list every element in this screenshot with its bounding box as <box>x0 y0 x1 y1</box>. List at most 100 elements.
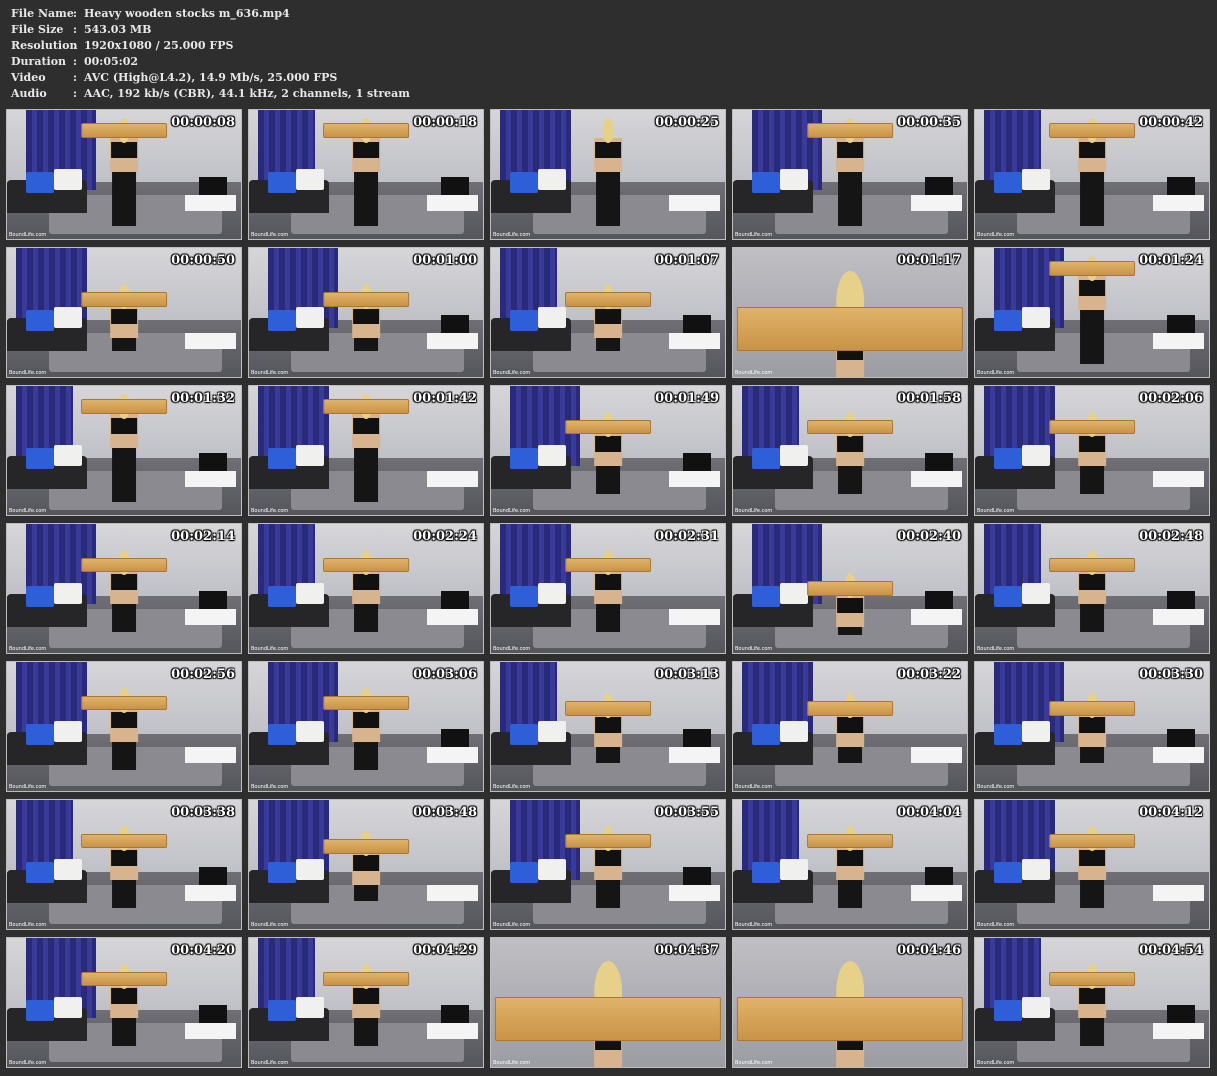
model-figure <box>77 386 171 515</box>
model-legs <box>111 603 137 633</box>
thumbnail[interactable]: 00:02:48 BoundLife.com <box>974 523 1210 654</box>
thumbnail[interactable]: 00:01:07 BoundLife.com <box>490 247 726 378</box>
scene-cabinet <box>1152 195 1205 211</box>
info-label: File Name <box>11 7 74 20</box>
thumbnail[interactable]: 00:02:06 BoundLife.com <box>974 385 1210 516</box>
thumbnail[interactable]: 00:01:17 BoundLife.com <box>732 247 968 378</box>
info-row: Video: AVC (High@L4.2), 14.9 Mb/s, 25.000… <box>11 70 410 86</box>
thumbnail[interactable]: 00:00:42 BoundLife.com <box>974 109 1210 240</box>
thumbnail[interactable]: 00:01:00 BoundLife.com <box>248 247 484 378</box>
model-figure <box>803 800 897 929</box>
thumbnail[interactable]: 00:03:06 BoundLife.com <box>248 661 484 792</box>
model-lingerie <box>352 855 380 871</box>
scene-tv <box>440 315 469 334</box>
model-legs <box>111 879 137 909</box>
thumbnail[interactable]: 00:02:56 BoundLife.com <box>6 661 242 792</box>
thumbnail-timestamp: 00:03:06 <box>413 667 477 682</box>
thumbnail-timestamp: 00:03:55 <box>655 805 719 820</box>
model-lingerie <box>352 142 380 158</box>
thumbnail[interactable]: 00:03:48 BoundLife.com <box>248 799 484 930</box>
model-figure <box>736 938 964 1067</box>
thumbnail[interactable]: 00:04:37 BoundLife.com <box>490 937 726 1068</box>
info-separator: : <box>73 71 78 84</box>
model-lingerie <box>110 574 138 590</box>
model-lingerie <box>352 574 380 590</box>
thumbnail[interactable]: 00:00:35 BoundLife.com <box>732 109 968 240</box>
scene-pillow <box>267 309 296 331</box>
model-legs <box>595 879 621 909</box>
model-lingerie <box>1078 717 1106 733</box>
thumbnail[interactable]: 00:04:20 BoundLife.com <box>6 937 242 1068</box>
info-separator: : <box>73 87 78 100</box>
thumbnail[interactable]: 00:01:58 BoundLife.com <box>732 385 968 516</box>
model-figure <box>77 248 171 377</box>
model-lingerie <box>594 717 622 733</box>
wooden-stocks <box>564 833 652 849</box>
thumbnail[interactable]: 00:03:30 BoundLife.com <box>974 661 1210 792</box>
scene-pillow <box>25 861 54 883</box>
thumbnail[interactable]: 00:03:13 BoundLife.com <box>490 661 726 792</box>
scene-tv <box>198 453 227 472</box>
model-figure <box>494 938 722 1067</box>
model-figure <box>77 110 171 239</box>
thumbnail-watermark: BoundLife.com <box>977 508 1015 514</box>
thumbnail[interactable]: 00:03:22 BoundLife.com <box>732 661 968 792</box>
thumbnail[interactable]: 00:02:40 BoundLife.com <box>732 523 968 654</box>
model-figure <box>319 662 413 791</box>
thumbnail[interactable]: 00:00:08 BoundLife.com <box>6 109 242 240</box>
thumbnail[interactable]: 00:00:18 BoundLife.com <box>248 109 484 240</box>
wooden-stocks <box>806 419 894 435</box>
model-figure <box>803 386 897 515</box>
wooden-stocks <box>806 580 894 596</box>
thumbnail-timestamp: 00:03:48 <box>413 805 477 820</box>
scene-tv <box>198 1005 227 1024</box>
wooden-stocks <box>322 971 410 987</box>
scene-pillow <box>993 861 1022 883</box>
thumbnail[interactable]: 00:00:25 BoundLife.com <box>490 109 726 240</box>
scene-pillow <box>25 171 54 193</box>
wooden-stocks <box>322 695 410 711</box>
thumbnail[interactable]: 00:03:38 BoundLife.com <box>6 799 242 930</box>
thumbnail[interactable]: 00:02:14 BoundLife.com <box>6 523 242 654</box>
scene-tv <box>440 591 469 610</box>
thumbnail[interactable]: 00:02:24 BoundLife.com <box>248 523 484 654</box>
wooden-stocks <box>80 557 168 573</box>
model-legs <box>1079 465 1105 495</box>
scene-pillow <box>993 309 1022 331</box>
scene-cabinet <box>426 333 479 349</box>
thumbnail-watermark: BoundLife.com <box>735 1060 773 1066</box>
thumbnail[interactable]: 00:03:55 BoundLife.com <box>490 799 726 930</box>
model-legs <box>353 171 379 227</box>
thumbnail[interactable]: 00:04:54 BoundLife.com <box>974 937 1210 1068</box>
thumbnail[interactable]: 00:04:04 BoundLife.com <box>732 799 968 930</box>
scene-tv <box>440 177 469 196</box>
info-separator: : <box>73 23 78 36</box>
scene-cabinet <box>910 195 963 211</box>
model-lingerie <box>1078 574 1106 590</box>
thumbnail[interactable]: 00:04:29 BoundLife.com <box>248 937 484 1068</box>
scene-cabinet <box>1152 885 1205 901</box>
thumbnail[interactable]: 00:01:49 BoundLife.com <box>490 385 726 516</box>
thumbnail[interactable]: 00:04:12 BoundLife.com <box>974 799 1210 930</box>
model-lingerie <box>1078 280 1106 296</box>
thumbnail[interactable]: 00:01:42 BoundLife.com <box>248 385 484 516</box>
wooden-stocks <box>564 419 652 435</box>
thumbnail[interactable]: 00:02:31 BoundLife.com <box>490 523 726 654</box>
model-figure <box>803 110 897 239</box>
thumbnail[interactable]: 00:01:32 BoundLife.com <box>6 385 242 516</box>
model-figure <box>1045 938 1139 1067</box>
thumbnail[interactable]: 00:00:50 BoundLife.com <box>6 247 242 378</box>
scene-pillow <box>509 861 538 883</box>
scene-cabinet <box>184 471 237 487</box>
model-figure <box>803 524 897 653</box>
model-legs <box>1079 309 1105 365</box>
thumbnail-watermark: BoundLife.com <box>977 232 1015 238</box>
scene-cabinet <box>184 747 237 763</box>
scene-pillow <box>25 723 54 745</box>
model-legs <box>1079 744 1105 763</box>
thumbnail[interactable]: 00:04:46 BoundLife.com <box>732 937 968 1068</box>
thumbnail[interactable]: 00:01:24 BoundLife.com <box>974 247 1210 378</box>
model-figure <box>319 800 413 929</box>
wooden-stocks <box>1048 260 1136 276</box>
scene-pillow <box>267 171 296 193</box>
